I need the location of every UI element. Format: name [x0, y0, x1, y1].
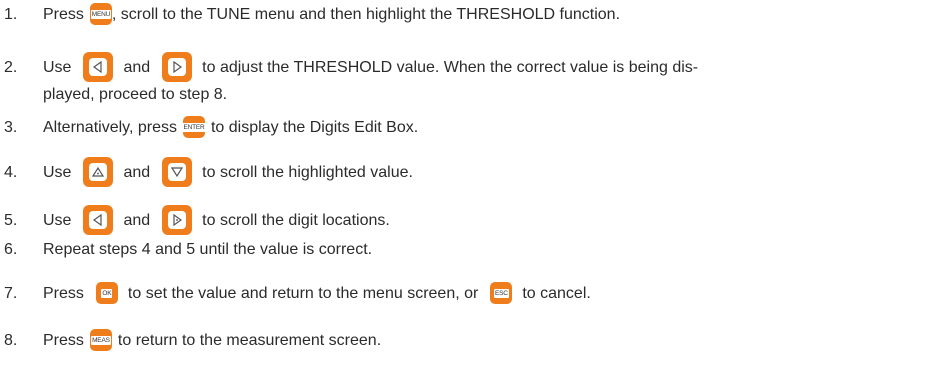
- step-number: 2.: [4, 59, 18, 76]
- esc-key-icon: ESC: [490, 282, 513, 304]
- step-number: 1.: [4, 6, 18, 23]
- step-text: Use: [43, 164, 72, 181]
- right-arrow-icon: [162, 52, 193, 82]
- step-text: Use: [43, 212, 72, 229]
- step-text: Press: [43, 6, 84, 23]
- step-text: Alternatively, press: [43, 119, 177, 136]
- step-number: 7.: [4, 285, 18, 302]
- step-number: 3.: [4, 119, 18, 136]
- step-text: Press: [43, 285, 84, 302]
- step-number: 8.: [4, 332, 18, 349]
- meas-key-icon: MEAS: [89, 329, 112, 351]
- right-arrow-icon: [162, 205, 193, 235]
- step-text: to adjust the THRESHOLD value. When the …: [202, 59, 699, 76]
- step-text: , scroll to the TUNE menu and then highl…: [111, 6, 621, 23]
- step-text: Repeat steps 4 and 5 until the value is …: [43, 241, 373, 258]
- step-text: and: [123, 212, 151, 229]
- step-text: to cancel.: [522, 285, 591, 302]
- step-text: and: [123, 164, 151, 181]
- ok-key-icon: OK: [95, 282, 118, 304]
- step-text: and: [123, 59, 151, 76]
- down-arrow-icon: [162, 157, 193, 187]
- step-text: to scroll the highlighted value.: [202, 164, 413, 181]
- step-text: Press: [43, 332, 84, 349]
- step-number: 5.: [4, 212, 18, 229]
- step-text: to return to the measurement screen.: [117, 332, 382, 349]
- step-text: Use: [43, 59, 72, 76]
- up-arrow-icon: [83, 157, 114, 187]
- menu-key-icon: MENU: [89, 3, 112, 25]
- step-number: 6.: [4, 241, 18, 258]
- step-text: to scroll the digit locations.: [202, 212, 390, 229]
- step-text: to display the Digits Edit Box.: [210, 119, 419, 136]
- left-arrow-icon: [83, 52, 114, 82]
- step-number: 4.: [4, 164, 18, 181]
- enter-key-icon: ENTER: [182, 116, 206, 138]
- step-text: to set the value and return to the menu …: [127, 285, 479, 302]
- left-arrow-icon: [83, 205, 114, 235]
- step-text: played, proceed to step 8.: [43, 86, 228, 103]
